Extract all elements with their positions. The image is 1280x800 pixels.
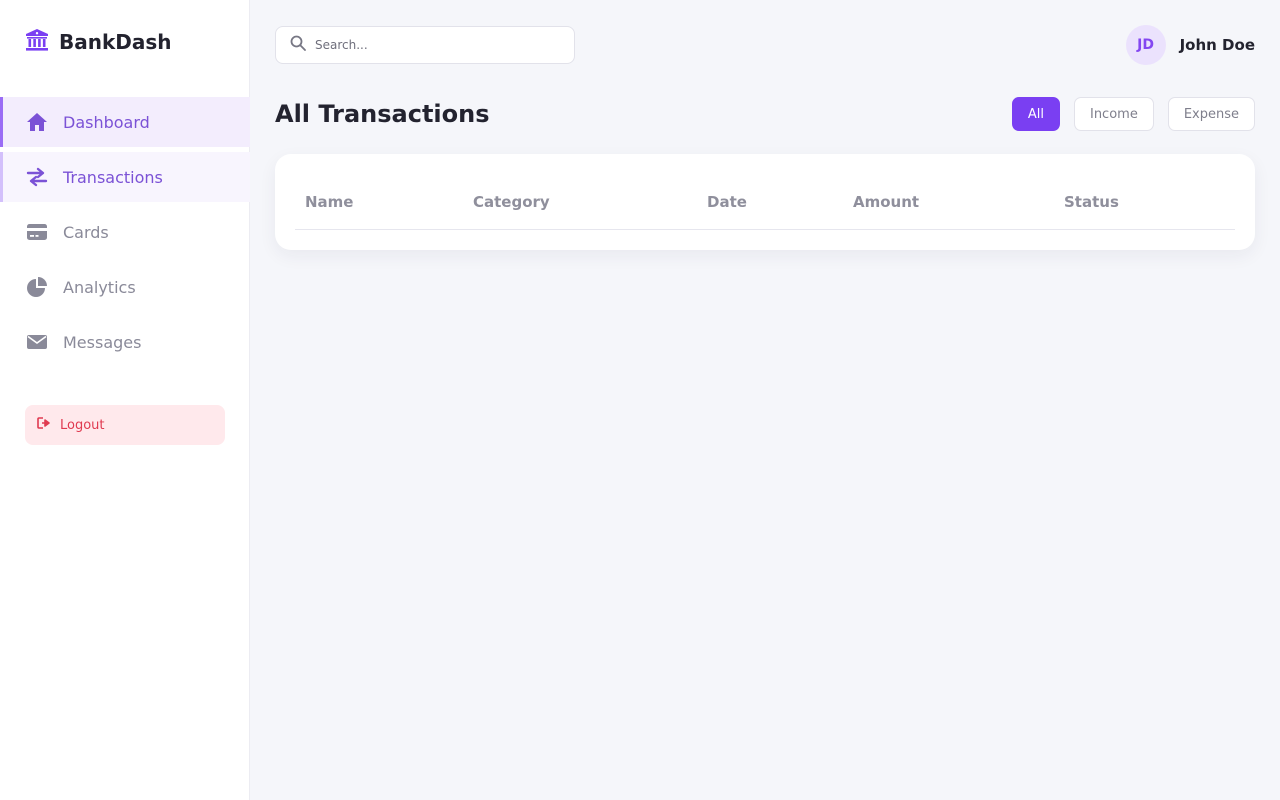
page-title: All Transactions (275, 100, 490, 128)
envelope-icon (25, 330, 49, 354)
column-header-date[interactable]: Date (707, 193, 747, 211)
search-input[interactable] (315, 38, 555, 52)
sidebar-item-label: Dashboard (63, 112, 150, 132)
logout-button[interactable]: Logout (25, 405, 225, 445)
brand[interactable]: BankDash (25, 28, 172, 56)
sidebar-item-label: Cards (63, 222, 109, 242)
sidebar-item-label: Analytics (63, 277, 136, 297)
filter-all-button[interactable]: All (1011, 97, 1060, 131)
bank-icon (25, 28, 49, 56)
sidebar: BankDash Dashboard Transactions Cards An… (0, 0, 250, 800)
column-header-category[interactable]: Category (473, 193, 550, 211)
filter-expense-button[interactable]: Expense (1167, 97, 1255, 131)
brand-name: BankDash (59, 30, 172, 54)
transaction-filters: All Income Expense (1011, 97, 1255, 131)
sidebar-item-dashboard[interactable]: Dashboard (0, 97, 250, 147)
sidebar-item-transactions[interactable]: Transactions (0, 152, 250, 202)
user-profile[interactable]: JD John Doe (1125, 25, 1255, 65)
sign-out-icon (37, 417, 51, 433)
home-icon (25, 110, 49, 134)
table-header: Name Category Date Amount Status (295, 174, 1235, 230)
sidebar-item-cards[interactable]: Cards (0, 207, 250, 257)
sidebar-item-label: Messages (63, 332, 142, 352)
sidebar-nav: Dashboard Transactions Cards Analytics M… (0, 97, 250, 372)
transactions-table-card: Name Category Date Amount Status (275, 154, 1255, 250)
pie-chart-icon (25, 275, 49, 299)
column-header-status[interactable]: Status (1064, 193, 1119, 211)
search-box[interactable] (275, 26, 575, 64)
sidebar-item-messages[interactable]: Messages (0, 317, 250, 367)
filter-income-button[interactable]: Income (1073, 97, 1154, 131)
avatar[interactable]: JD (1125, 25, 1166, 65)
search-icon (290, 35, 306, 55)
credit-card-icon (25, 220, 49, 244)
user-name: John Doe (1179, 36, 1255, 54)
sidebar-item-label: Transactions (63, 167, 163, 187)
sidebar-item-analytics[interactable]: Analytics (0, 262, 250, 312)
logout-label: Logout (60, 417, 105, 433)
swap-arrows-icon (25, 165, 49, 189)
column-header-amount[interactable]: Amount (853, 193, 919, 211)
column-header-name[interactable]: Name (305, 193, 353, 211)
